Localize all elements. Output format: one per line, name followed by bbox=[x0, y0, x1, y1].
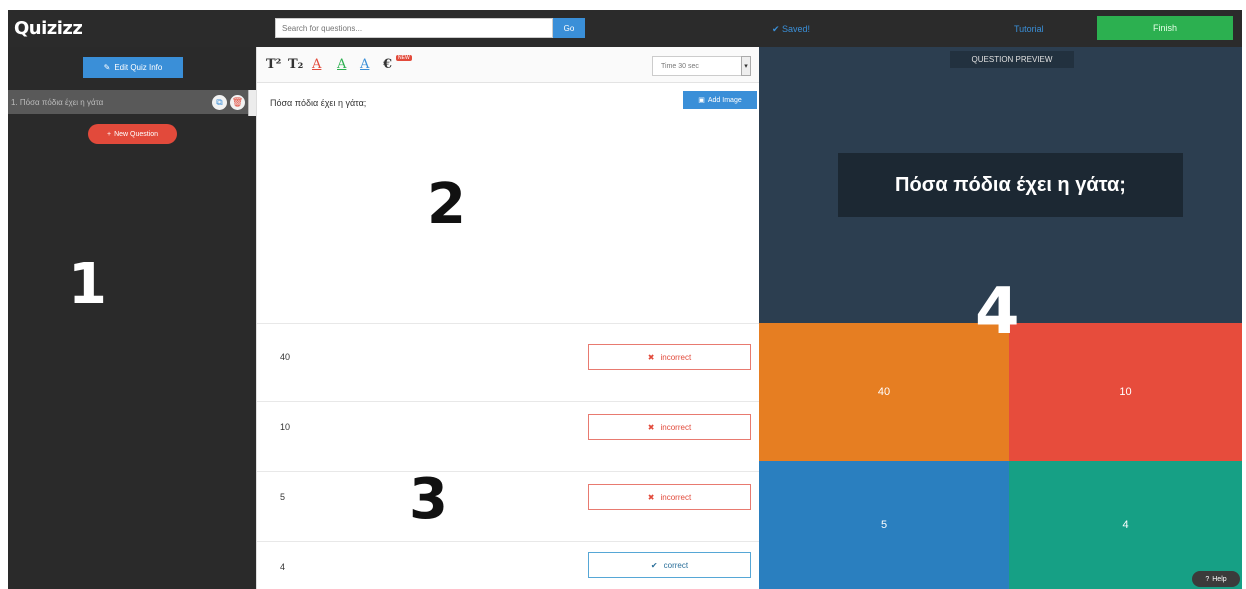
preview-answer-tile: 10 bbox=[1009, 323, 1242, 461]
answer-status-label: incorrect bbox=[660, 422, 692, 432]
answer-row: 10 ✖ incorrect bbox=[257, 401, 760, 471]
search-input[interactable] bbox=[275, 18, 553, 38]
new-question-button[interactable]: + New Question bbox=[88, 124, 177, 144]
cross-icon: ✖ bbox=[647, 492, 655, 502]
question-list-item-label: 1. Πόσα πόδια έχει η γάτα bbox=[11, 97, 104, 107]
question-text[interactable]: Πόσα πόδια έχει η γάτα; bbox=[270, 98, 366, 108]
answer-status-label: incorrect bbox=[660, 492, 692, 502]
delete-icon[interactable]: 🗑 bbox=[230, 94, 245, 110]
answer-status-label: correct bbox=[663, 560, 689, 570]
quiz-editor-app: Quizizz Go ✔ Saved! Tutorial Finish ✎ Ed… bbox=[8, 10, 1242, 589]
text-color-red-button[interactable]: A bbox=[312, 57, 321, 72]
incorrect-toggle[interactable]: ✖ incorrect bbox=[588, 414, 751, 440]
finish-button[interactable]: Finish bbox=[1097, 16, 1233, 40]
time-select[interactable]: Time 30 sec bbox=[652, 56, 742, 76]
answer-text[interactable]: 10 bbox=[280, 422, 290, 432]
cross-icon: ✖ bbox=[647, 422, 655, 432]
edit-icon: ✎ bbox=[103, 63, 111, 72]
answer-row: 40 ✖ incorrect bbox=[257, 323, 760, 401]
preview-label: QUESTION PREVIEW bbox=[950, 51, 1074, 68]
preview-answer-tile: 40 bbox=[759, 323, 1009, 461]
scrollbar[interactable] bbox=[248, 90, 256, 116]
plus-icon: + bbox=[106, 130, 112, 138]
text-color-blue-button[interactable]: A bbox=[360, 57, 369, 72]
chevron-down-icon[interactable]: ▾ bbox=[741, 56, 751, 76]
overlay-number-2: 2 bbox=[427, 172, 466, 237]
question-list-sidebar: ✎ Edit Quiz Info 1. Πόσα πόδια έχει η γά… bbox=[8, 47, 256, 589]
question-list-item[interactable]: 1. Πόσα πόδια έχει η γάτα ⧉ 🗑 bbox=[8, 90, 248, 114]
preview-answer-tile: 5 bbox=[759, 461, 1009, 589]
top-bar: Quizizz Go ✔ Saved! Tutorial Finish bbox=[8, 10, 1242, 47]
answer-text[interactable]: 4 bbox=[280, 562, 285, 572]
search-button[interactable]: Go bbox=[553, 18, 585, 38]
image-icon: ▣ bbox=[698, 97, 705, 104]
preview-answer-tile: 4 bbox=[1009, 461, 1242, 589]
question-search: Go bbox=[275, 18, 585, 38]
question-preview-panel: QUESTION PREVIEW Πόσα πόδια έχει η γάτα;… bbox=[759, 47, 1242, 589]
answer-text[interactable]: 5 bbox=[280, 492, 285, 502]
help-button[interactable]: ? Help bbox=[1192, 571, 1240, 587]
preview-question: Πόσα πόδια έχει η γάτα; bbox=[838, 153, 1183, 217]
symbol-button[interactable]: € bbox=[383, 57, 392, 72]
new-badge: NEW bbox=[396, 55, 412, 61]
add-image-label: Add Image bbox=[707, 96, 742, 104]
incorrect-toggle[interactable]: ✖ incorrect bbox=[588, 344, 751, 370]
incorrect-toggle[interactable]: ✖ incorrect bbox=[588, 484, 751, 510]
overlay-number-1: 1 bbox=[68, 252, 107, 317]
answer-row: 4 ✔ correct bbox=[257, 541, 760, 589]
overlay-number-4: 4 bbox=[975, 275, 1020, 349]
saved-status: ✔ Saved! bbox=[772, 24, 811, 34]
app-logo[interactable]: Quizizz bbox=[14, 18, 83, 39]
answer-text[interactable]: 40 bbox=[280, 352, 290, 362]
question-text-area[interactable]: Πόσα πόδια έχει η γάτα; ▣ Add Image 2 bbox=[257, 83, 760, 323]
new-question-label: New Question bbox=[114, 130, 159, 138]
answer-status-label: incorrect bbox=[660, 352, 692, 362]
cross-icon: ✖ bbox=[647, 352, 655, 362]
correct-toggle[interactable]: ✔ correct bbox=[588, 552, 751, 578]
check-icon: ✔ bbox=[650, 560, 658, 570]
subscript-button[interactable]: T₂ bbox=[288, 57, 303, 72]
help-label: Help bbox=[1212, 575, 1227, 583]
answer-row: 5 ✖ incorrect bbox=[257, 471, 760, 541]
superscript-button[interactable]: T² bbox=[266, 57, 281, 72]
question-editor: T² T₂ A A A € NEW Time 30 sec ▾ Πόσα πόδ… bbox=[256, 47, 760, 589]
help-icon: ? bbox=[1205, 575, 1210, 583]
duplicate-icon[interactable]: ⧉ bbox=[212, 94, 227, 110]
add-image-button[interactable]: ▣ Add Image bbox=[683, 91, 757, 109]
format-toolbar: T² T₂ A A A € NEW Time 30 sec ▾ bbox=[257, 47, 760, 83]
edit-quiz-info-label: Edit Quiz Info bbox=[114, 63, 163, 72]
tutorial-link[interactable]: Tutorial bbox=[1014, 24, 1044, 34]
edit-quiz-info-button[interactable]: ✎ Edit Quiz Info bbox=[83, 57, 183, 78]
overlay-number-3: 3 bbox=[409, 467, 448, 532]
text-color-green-button[interactable]: A bbox=[337, 57, 346, 72]
